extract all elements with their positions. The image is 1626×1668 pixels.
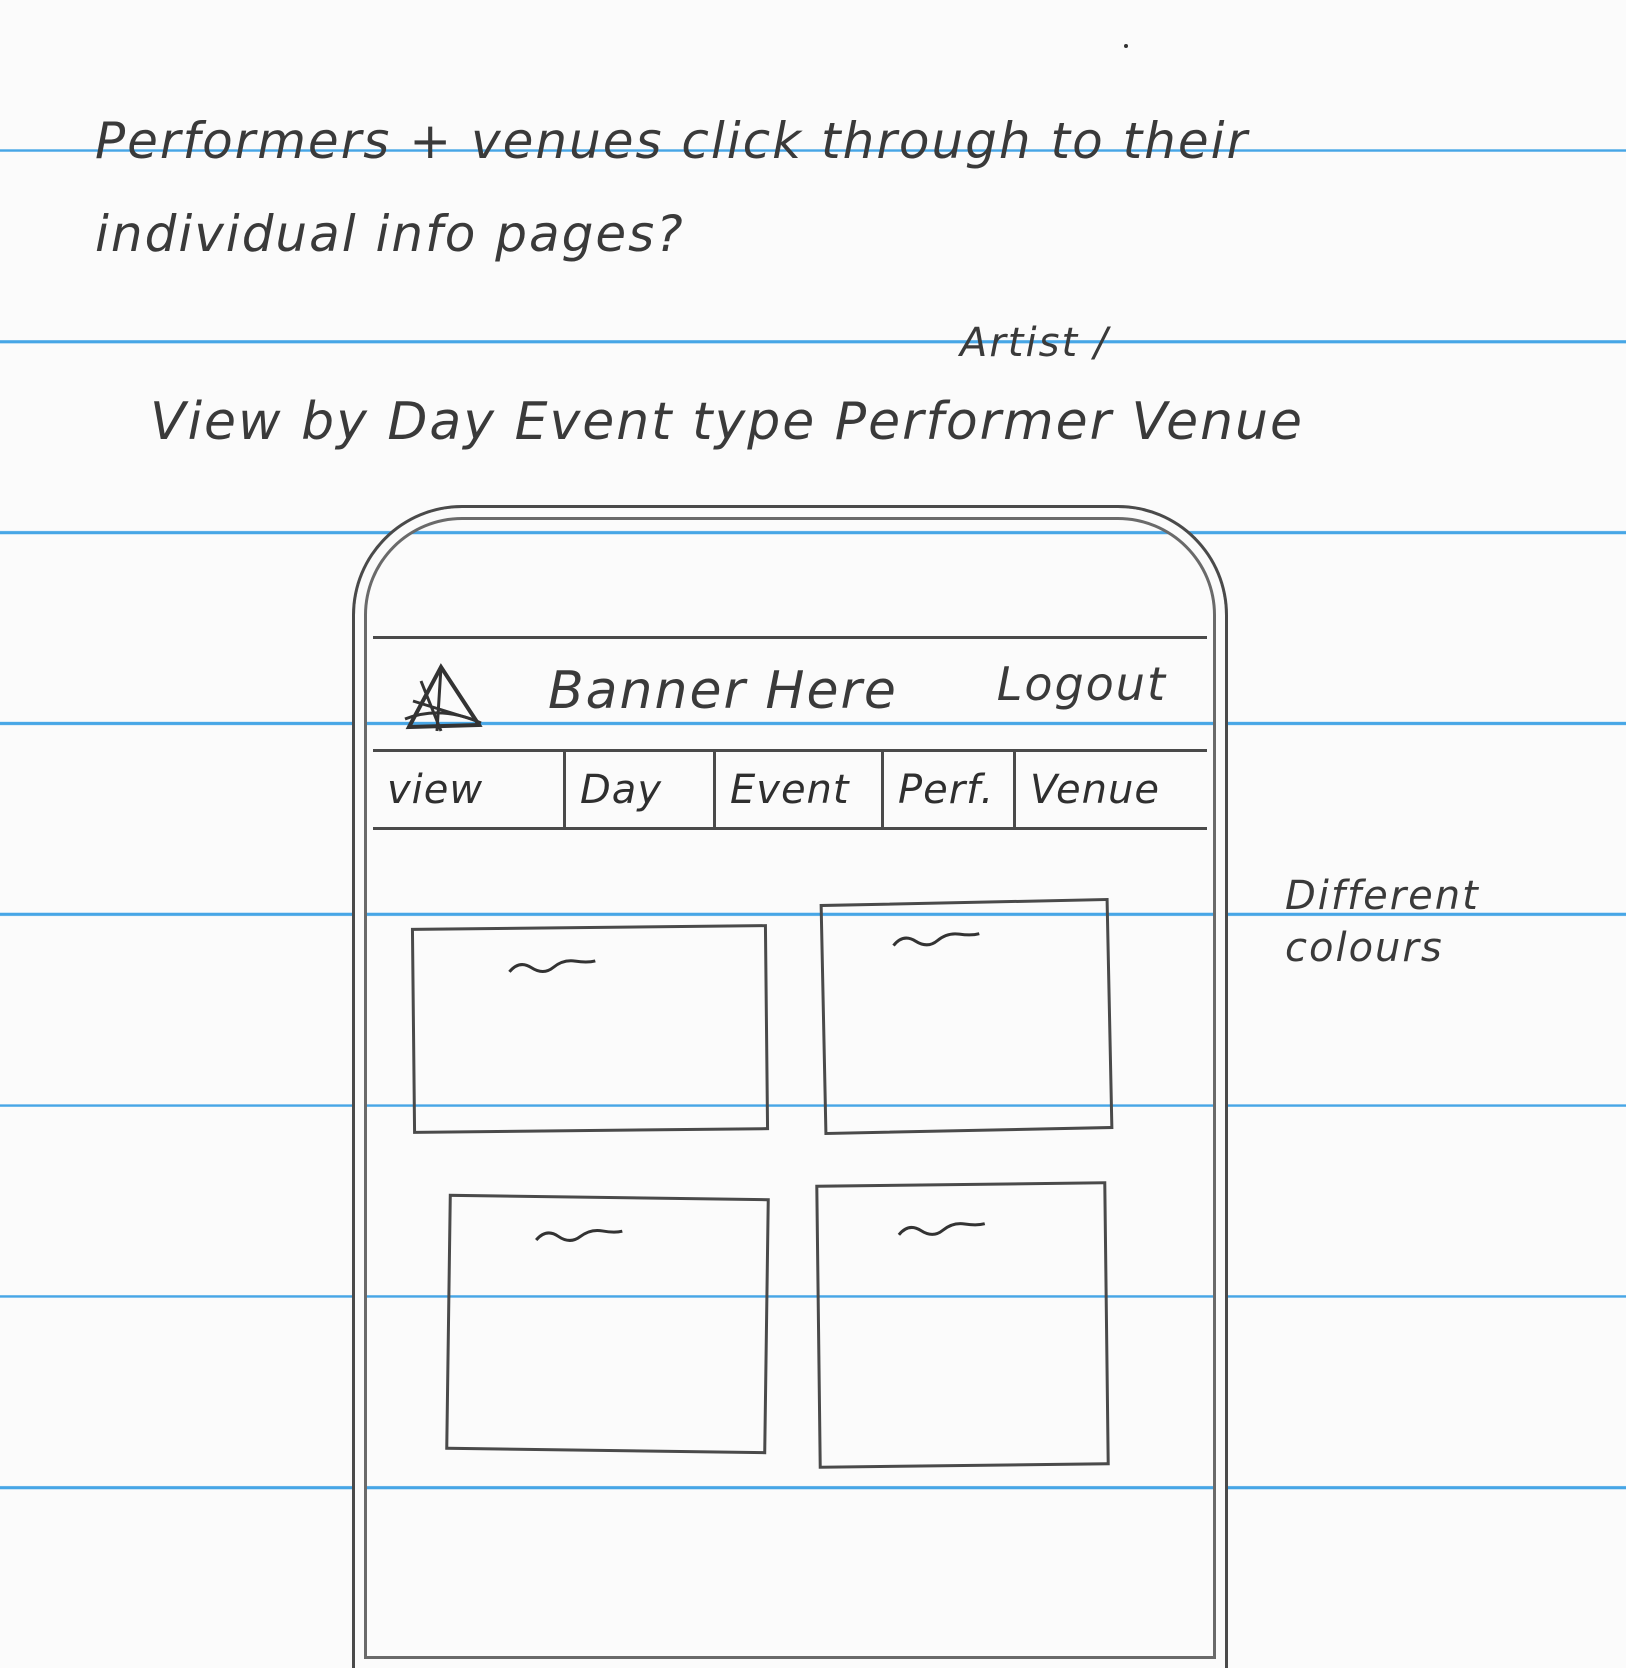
squiggle-icon — [892, 932, 980, 947]
different-colours-note: Different colours — [1285, 873, 1480, 971]
logo-icon — [401, 661, 485, 737]
content-card-3[interactable] — [445, 1193, 770, 1455]
squiggle-icon — [897, 1222, 986, 1236]
view-by-note: View by Day Event type Performer Venue — [150, 392, 1304, 452]
nav-venue[interactable]: Venue — [1013, 749, 1203, 827]
note-line-2: individual info pages? — [95, 205, 685, 263]
logout-link[interactable]: Logout — [997, 657, 1167, 711]
content-card-2[interactable] — [819, 897, 1114, 1136]
pen-dot — [1124, 44, 1128, 48]
banner-text: Banner Here — [548, 661, 898, 721]
content-card-4[interactable] — [815, 1181, 1110, 1469]
note-line-1: Performers + venues click through to the… — [95, 112, 1250, 170]
nav-performer[interactable]: Perf. — [881, 749, 1013, 827]
nav-day[interactable]: Day — [563, 749, 713, 827]
banner-header: Banner Here Logout — [373, 636, 1207, 752]
nav-view[interactable]: view — [373, 749, 563, 827]
squiggle-icon — [508, 959, 596, 973]
phone-frame: Banner Here Logout view Day Event Perf. … — [352, 505, 1228, 1668]
artist-insert-note: Artist / — [960, 320, 1110, 366]
nav-event[interactable]: Event — [713, 749, 881, 827]
content-card-1[interactable] — [410, 924, 770, 1134]
nav-bar: view Day Event Perf. Venue — [373, 749, 1207, 830]
squiggle-icon — [535, 1228, 623, 1242]
